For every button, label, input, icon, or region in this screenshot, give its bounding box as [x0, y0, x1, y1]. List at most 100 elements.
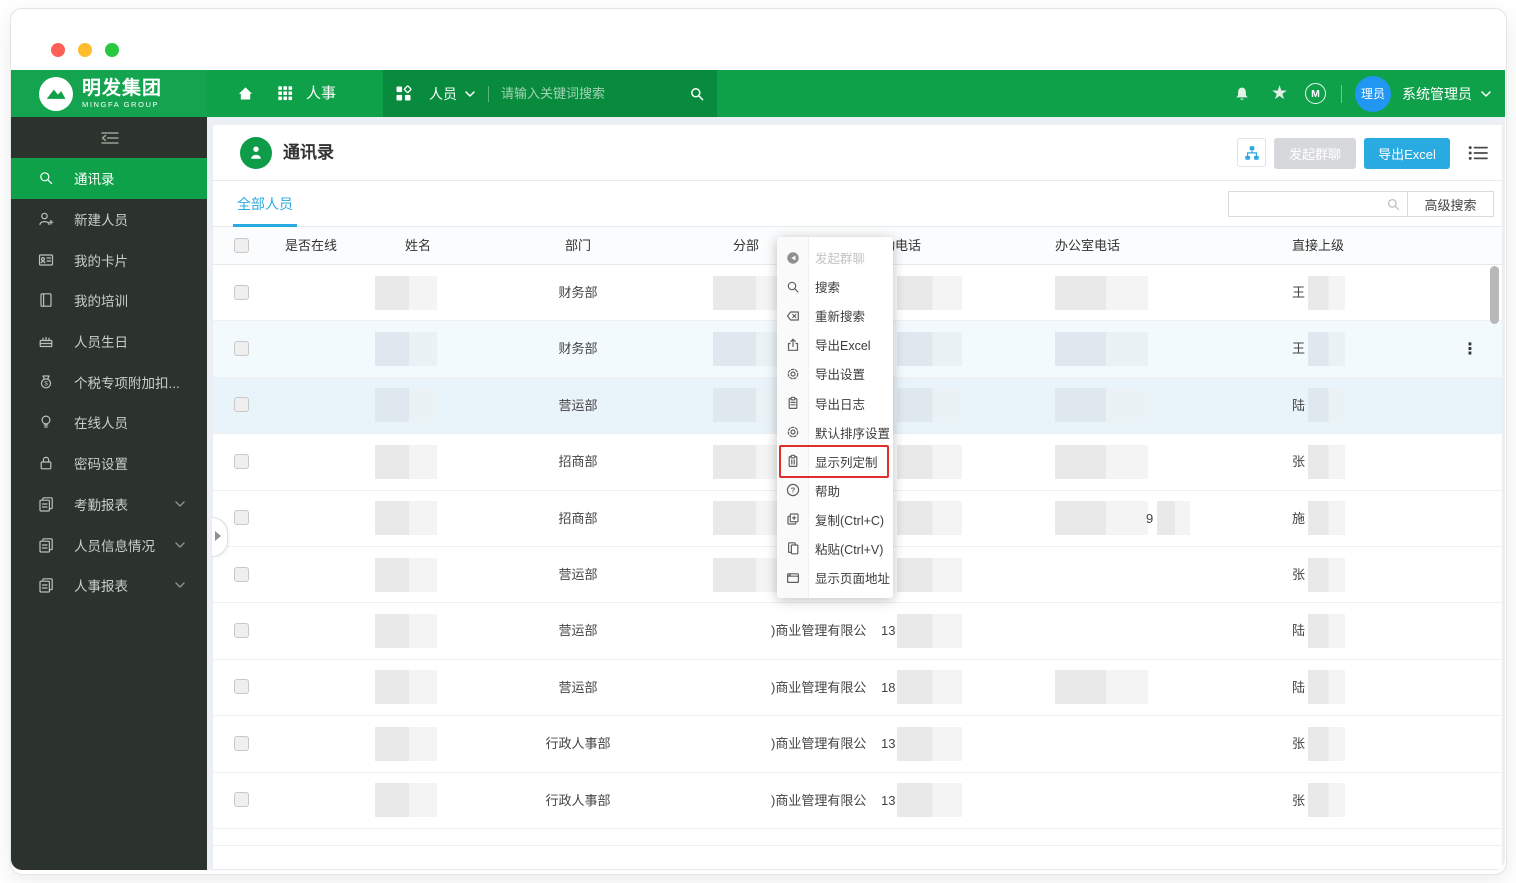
menu-item-export-settings[interactable]: 导出设置 — [777, 359, 893, 388]
sidebar-item-birthdays[interactable]: 人员生日 — [11, 321, 207, 362]
sidebar-item-password-settings[interactable]: 密码设置 — [11, 443, 207, 484]
row-checkbox[interactable] — [234, 453, 249, 469]
branch-cell: )商业管理有限公 — [771, 623, 867, 639]
sidebar-item-attendance-report[interactable]: 考勤报表 — [11, 484, 207, 525]
menu-item-default-sort-settings[interactable]: 默认排序设置 — [777, 418, 893, 447]
column-header-5[interactable]: 办公室电话 — [1055, 227, 1120, 265]
row-checkbox[interactable] — [234, 792, 249, 808]
menu-item-export-log[interactable]: 导出日志 — [777, 388, 893, 417]
user-role-label[interactable]: 系统管理员 — [1402, 84, 1472, 104]
row-more-menu[interactable]: ⋮ — [1462, 339, 1478, 359]
global-search-input[interactable] — [499, 85, 689, 102]
redacted-name — [375, 332, 437, 367]
brand-subtitle: MINGFA GROUP — [82, 99, 160, 109]
row-checkbox[interactable] — [234, 510, 249, 526]
advanced-search-button[interactable]: 高级搜索 — [1408, 191, 1494, 217]
column-header-6[interactable]: 直接上级 — [1292, 227, 1344, 265]
brand-title: 明发集团 — [82, 77, 163, 99]
user-avatar[interactable]: 理员 — [1355, 75, 1391, 112]
search-icon — [38, 170, 54, 186]
global-search-bar: 人员 — [383, 70, 717, 117]
row-checkbox[interactable] — [234, 623, 249, 639]
redacted-name — [375, 388, 437, 423]
bulb-icon — [38, 414, 54, 430]
export-excel-button[interactable]: 导出Excel — [1364, 137, 1450, 169]
list-view-icon[interactable] — [1468, 145, 1488, 161]
select-all-checkbox[interactable] — [234, 238, 249, 253]
redacted-mobile — [897, 501, 962, 536]
sidebar-item-tax-deduction[interactable]: $ 个税专项附加扣... — [11, 361, 207, 402]
menu-item-label: 导出日志 — [815, 397, 866, 412]
mobile-phone-cell: 13 — [881, 623, 896, 639]
column-header-1[interactable]: 姓名 — [405, 227, 431, 265]
menu-item-paste[interactable]: 粘贴(Ctrl+V) — [777, 534, 893, 563]
row-checkbox[interactable] — [234, 679, 249, 695]
menu-item-search[interactable]: 搜索 — [777, 272, 893, 301]
sidebar-item-personnel-info[interactable]: 人员信息情况 — [11, 524, 207, 565]
table-row[interactable]: 行政人事部)商业管理有限公 13 张 — [213, 772, 1502, 829]
redacted-supervisor — [1308, 726, 1345, 761]
table-row[interactable]: 营运部)商业管理有限公 18 陆 — [213, 659, 1502, 717]
app-name[interactable]: 人事 — [306, 70, 336, 117]
menu-item-copy[interactable]: 复制(Ctrl+C) — [777, 505, 893, 534]
search-icon[interactable] — [1386, 197, 1401, 212]
favorites-star-icon[interactable]: ★ — [1271, 84, 1288, 103]
home-icon[interactable] — [237, 85, 254, 102]
tab-all-personnel[interactable]: 全部人员 — [233, 181, 297, 227]
divider — [488, 85, 489, 102]
apps-grid-icon[interactable] — [277, 85, 294, 102]
department-cell: 财务部 — [558, 285, 598, 300]
row-checkbox[interactable] — [234, 566, 249, 582]
supervisor-cell: 王 — [1292, 285, 1306, 300]
table-row[interactable]: 行政人事部)商业管理有限公 13 张 — [213, 716, 1502, 773]
supervisor-cell: 陆 — [1292, 623, 1306, 639]
sidebar-collapse-icon[interactable] — [99, 130, 121, 146]
menu-item-column-customize[interactable]: 显示列定制 — [777, 447, 893, 476]
search-icon[interactable] — [689, 86, 705, 102]
branch-cell: )商业管理有限公 — [771, 679, 867, 695]
sidebar-item-new-person[interactable]: 新建人员 — [11, 199, 207, 240]
row-checkbox[interactable] — [234, 284, 249, 300]
menu-item-start-group-chat: 发起群聊 — [777, 243, 893, 272]
row-checkbox[interactable] — [234, 341, 249, 357]
table-row[interactable]: 营运部 )商业管理有限公 13 陆 — [213, 603, 1502, 660]
chevron-down-icon[interactable] — [465, 90, 475, 97]
menu-item-help[interactable]: ? 帮助 — [777, 476, 893, 505]
fullscreen-button[interactable] — [105, 43, 119, 57]
category-icon[interactable] — [395, 85, 412, 102]
report-icon — [38, 496, 54, 512]
menu-item-show-page-url[interactable]: 显示页面地址 — [777, 563, 893, 592]
close-button[interactable] — [51, 43, 65, 57]
table-search-input[interactable] — [1235, 194, 1384, 216]
menu-item-export-excel[interactable]: 导出Excel — [777, 330, 893, 359]
sidebar-item-hr-report[interactable]: 人事报表 — [11, 565, 207, 606]
scrollbar[interactable] — [1490, 266, 1499, 324]
start-group-chat-button: 发起群聊 — [1274, 137, 1356, 169]
copy-icon — [786, 512, 800, 526]
chevron-down-icon[interactable] — [1481, 90, 1491, 97]
redacted-name — [375, 783, 437, 818]
row-checkbox[interactable] — [234, 735, 249, 751]
row-checkbox[interactable] — [234, 397, 249, 413]
redacted-office-phone — [1055, 444, 1148, 479]
column-header-0[interactable]: 是否在线 — [285, 227, 337, 265]
supervisor-cell: 陆 — [1292, 397, 1306, 413]
svg-text:?: ? — [791, 486, 796, 495]
sidebar-item-my-training[interactable]: 我的培训 — [11, 280, 207, 321]
column-header-3[interactable]: 分部 — [733, 227, 759, 265]
mobile-phone-cell: 13 — [881, 736, 896, 752]
search-scope-select[interactable]: 人员 — [429, 84, 457, 104]
m-badge-icon[interactable]: M — [1305, 83, 1326, 104]
notifications-bell-icon[interactable] — [1233, 86, 1251, 102]
minimize-button[interactable] — [78, 43, 92, 57]
column-header-2[interactable]: 部门 — [565, 227, 591, 265]
org-chart-button[interactable] — [1237, 138, 1266, 167]
context-menu: 发起群聊 搜索 重新搜索 导出Excel 导出设置导出日志默认排序设置 显示列定制? 帮助复… — [777, 237, 893, 599]
help-icon: ? — [786, 483, 800, 497]
sidebar-item-contacts[interactable]: 通讯录 — [11, 158, 207, 199]
brand-logo[interactable]: 明发集团 MINGFA GROUP — [11, 70, 207, 117]
department-cell: 营运部 — [558, 623, 598, 639]
menu-item-re-search[interactable]: 重新搜索 — [777, 301, 893, 330]
sidebar-item-my-card[interactable]: 我的卡片 — [11, 239, 207, 280]
sidebar-item-online-users[interactable]: 在线人员 — [11, 402, 207, 443]
